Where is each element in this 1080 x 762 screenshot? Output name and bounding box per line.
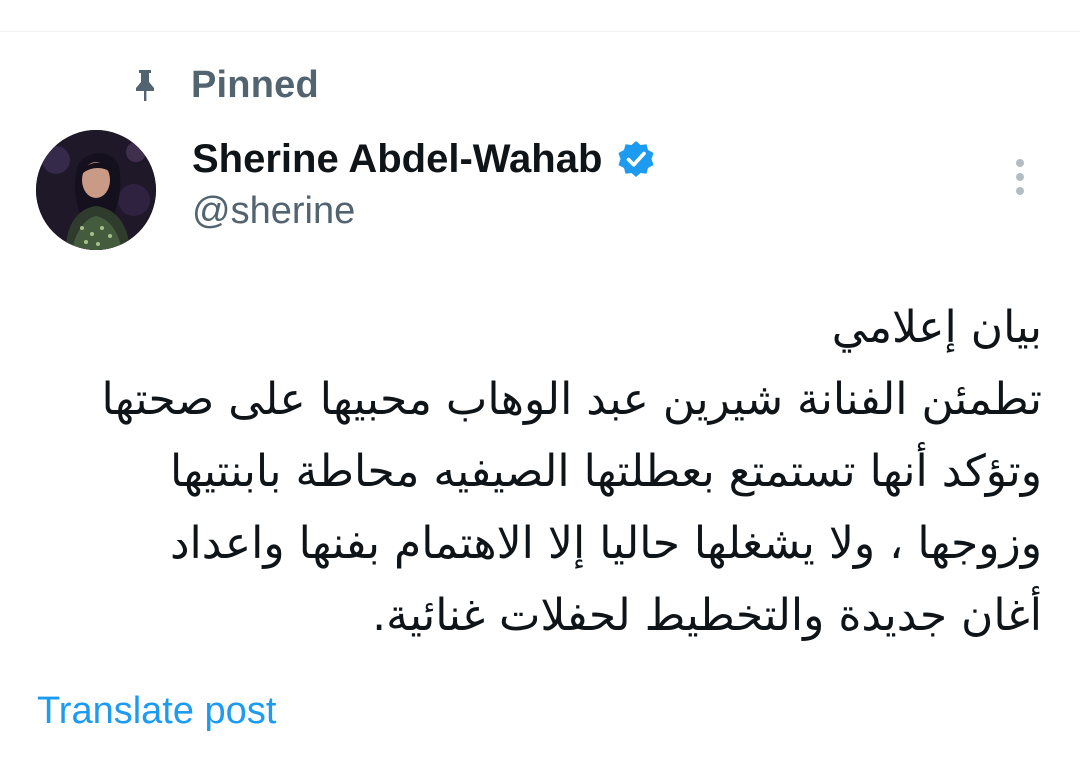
post-line: أغان جديدة والتخطيط لحفلات غنائية. bbox=[372, 590, 1042, 641]
post-line: تطمئن الفنانة شيرين عبد الوهاب محبيها عل… bbox=[101, 374, 1042, 425]
author-name-row[interactable]: Sherine Abdel-Wahab bbox=[192, 133, 656, 185]
post-line: بيان إعلامي bbox=[831, 302, 1042, 353]
top-divider bbox=[0, 31, 1080, 32]
author-handle[interactable]: @sherine bbox=[192, 190, 355, 233]
translate-post-link[interactable]: Translate post bbox=[37, 690, 276, 733]
pinned-label: Pinned bbox=[191, 63, 319, 106]
more-options-button[interactable] bbox=[1002, 152, 1038, 202]
author-display-name[interactable]: Sherine Abdel-Wahab bbox=[192, 137, 602, 182]
post-body: بيان إعلامي تطمئن الفنانة شيرين عبد الوه… bbox=[32, 292, 1042, 652]
avatar[interactable] bbox=[36, 130, 156, 250]
pinned-indicator: Pinned bbox=[132, 60, 319, 110]
more-vertical-icon bbox=[1016, 159, 1024, 195]
pin-icon bbox=[132, 67, 158, 103]
verified-badge-icon bbox=[616, 139, 656, 179]
post-line: وتؤكد أنها تستمتع بعطلتها الصيفيه محاطة … bbox=[170, 446, 1042, 497]
post-line: وزوجها ، ولا يشغلها حاليا إلا الاهتمام ب… bbox=[169, 518, 1042, 569]
